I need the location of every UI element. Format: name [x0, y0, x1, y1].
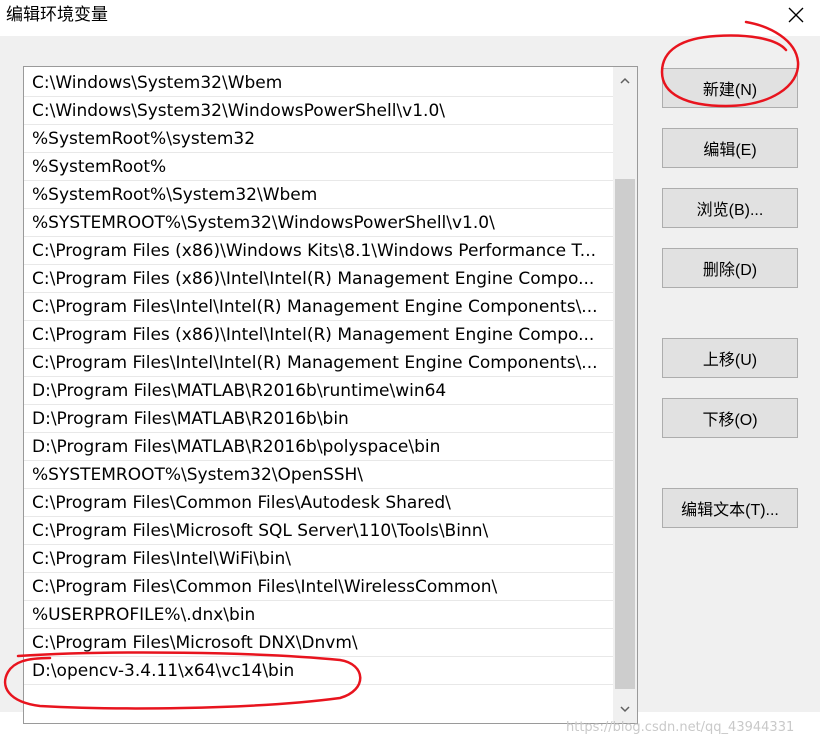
delete-button[interactable]: 删除(D) — [662, 248, 798, 288]
move-up-button[interactable]: 上移(U) — [662, 338, 798, 378]
scroll-up-button[interactable] — [613, 69, 637, 93]
path-list-item[interactable]: C:\Program Files\Intel\WiFi\bin\ — [24, 545, 614, 573]
close-icon — [788, 7, 804, 23]
chevron-up-icon — [620, 77, 630, 84]
window-title: 编辑环境变量 — [6, 5, 108, 25]
path-list-item[interactable]: %USERPROFILE%\.dnx\bin — [24, 601, 614, 629]
path-list-item[interactable]: %SystemRoot%\System32\Wbem — [24, 181, 614, 209]
move-down-button[interactable]: 下移(O) — [662, 398, 798, 438]
path-list-item[interactable]: %SYSTEMROOT%\System32\WindowsPowerShell\… — [24, 209, 614, 237]
new-button[interactable]: 新建(N) — [662, 68, 798, 108]
title-bar: 编辑环境变量 — [0, 0, 820, 34]
edit-button[interactable]: 编辑(E) — [662, 128, 798, 168]
path-list-item[interactable]: C:\Program Files (x86)\Windows Kits\8.1\… — [24, 237, 614, 265]
path-list-item[interactable]: C:\Program Files (x86)\Intel\Intel(R) Ma… — [24, 321, 614, 349]
watermark: https://blog.csdn.net/qq_43944331 — [566, 720, 795, 735]
path-list-item[interactable]: C:\Windows\System32\Wbem — [24, 69, 614, 97]
path-list-item[interactable]: C:\Program Files\Microsoft SQL Server\11… — [24, 517, 614, 545]
edit-text-button[interactable]: 编辑文本(T)... — [662, 488, 798, 528]
path-list-rows: C:\Windows\System32\Wbem C:\Windows\Syste… — [24, 69, 614, 685]
path-list-item[interactable]: D:\opencv-3.4.11\x64\vc14\bin — [24, 657, 614, 685]
path-list-item[interactable]: %SystemRoot%\system32 — [24, 125, 614, 153]
path-list-item[interactable]: C:\Program Files\Common Files\Autodesk S… — [24, 489, 614, 517]
path-list-item[interactable]: D:\Program Files\MATLAB\R2016b\polyspace… — [24, 433, 614, 461]
path-list[interactable]: C:\Windows\System32\Wbem C:\Windows\Syste… — [23, 66, 638, 724]
path-list-item[interactable]: D:\Program Files\MATLAB\R2016b\runtime\w… — [24, 377, 614, 405]
path-list-item[interactable]: C:\Program Files\Common Files\Intel\Wire… — [24, 573, 614, 601]
scroll-down-button[interactable] — [613, 697, 637, 721]
vertical-scrollbar[interactable] — [613, 67, 637, 723]
path-list-item[interactable]: %SYSTEMROOT%\System32\OpenSSH\ — [24, 461, 614, 489]
scroll-thumb[interactable] — [615, 179, 635, 689]
path-list-item[interactable]: C:\Program Files\Microsoft DNX\Dnvm\ — [24, 629, 614, 657]
path-list-item[interactable]: C:\Program Files\Intel\Intel(R) Manageme… — [24, 293, 614, 321]
path-list-item[interactable]: %SystemRoot% — [24, 153, 614, 181]
path-list-item[interactable]: C:\Windows\System32\WindowsPowerShell\v1… — [24, 97, 614, 125]
path-list-item[interactable]: C:\Program Files (x86)\Intel\Intel(R) Ma… — [24, 265, 614, 293]
path-list-item[interactable]: C:\Program Files\Intel\Intel(R) Manageme… — [24, 349, 614, 377]
browse-button[interactable]: 浏览(B)... — [662, 188, 798, 228]
dialog-body: C:\Windows\System32\Wbem C:\Windows\Syste… — [0, 36, 820, 735]
path-list-item[interactable]: D:\Program Files\MATLAB\R2016b\bin — [24, 405, 614, 433]
close-button[interactable] — [778, 0, 814, 30]
